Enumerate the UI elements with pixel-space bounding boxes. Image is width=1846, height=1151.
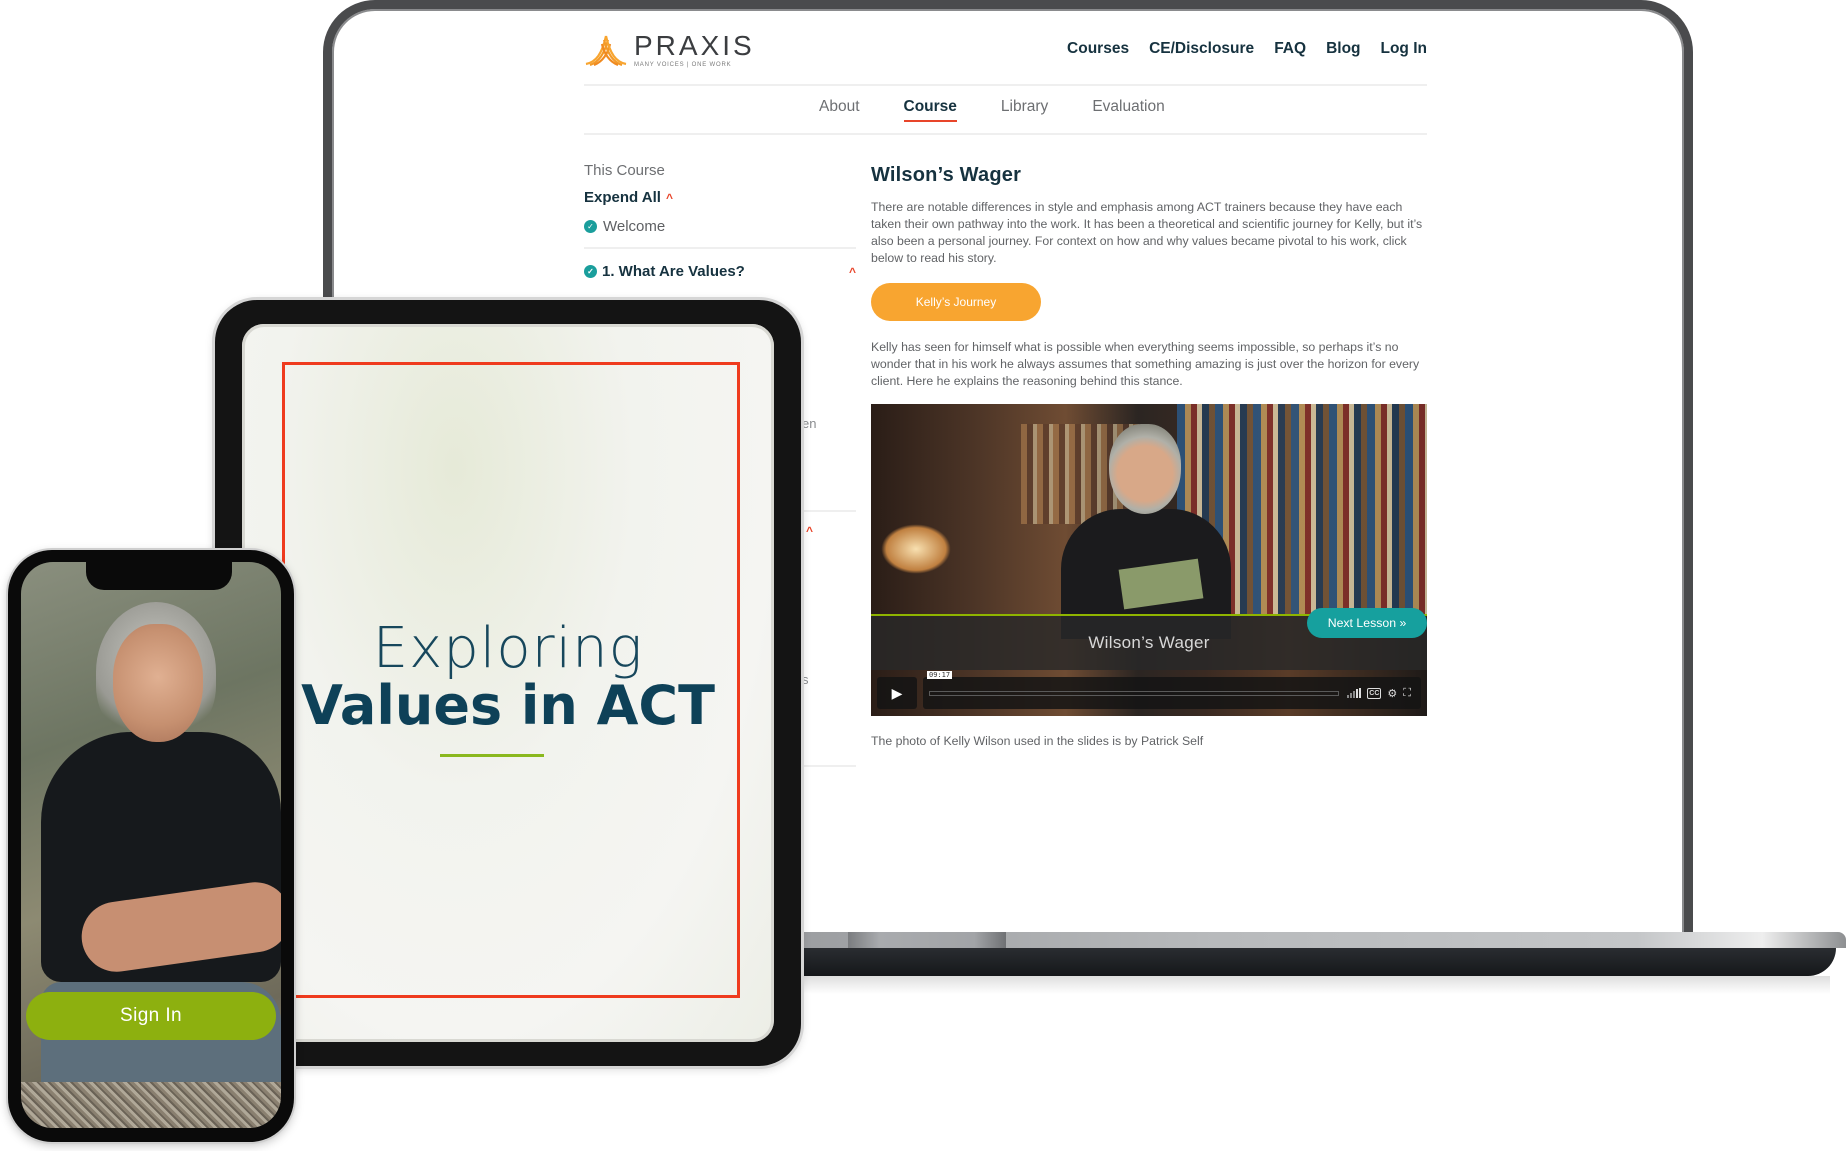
expand-all-toggle[interactable]: Expend All ^ [584, 189, 856, 206]
video-duration: 09:17 [927, 671, 953, 679]
lesson-intro: There are notable differences in style a… [871, 200, 1423, 265]
video-controls: ▶ 09:17 CC ⚙ ⛶ [877, 671, 1421, 710]
tab-course[interactable]: Course [903, 98, 958, 122]
course-tabs: About Course Library Evaluation [819, 98, 1165, 122]
tab-library[interactable]: Library [1001, 98, 1048, 116]
photo-ground [21, 1082, 281, 1128]
praxis-logo[interactable]: PRAXIS MANY VOICES | ONE WORK [584, 32, 755, 68]
volume-icon[interactable] [1347, 688, 1362, 698]
laptop-hinge-notch [848, 932, 1006, 948]
tab-about[interactable]: About [819, 98, 860, 116]
device-mockup-scene: PRAXIS MANY VOICES | ONE WORK Courses CE… [0, 0, 1846, 1151]
video-lamp [881, 524, 951, 574]
sign-in-button[interactable]: Sign In [26, 992, 276, 1040]
expand-all-label: Expend All [584, 189, 661, 206]
next-lesson-button[interactable]: Next Lesson » [1307, 608, 1427, 638]
chevron-up-icon[interactable]: ^ [806, 524, 813, 538]
sidebar-text-fragment: s [802, 672, 809, 687]
sidebar-divider [804, 510, 856, 512]
tab-evaluation[interactable]: Evaluation [1092, 98, 1164, 116]
tablet-screen: Exploring Values in ACT [242, 324, 774, 1042]
tablet-title-line2: Values in ACT [301, 674, 715, 737]
check-circle-icon: ✓ [584, 220, 597, 233]
video-seek-track[interactable] [929, 690, 1340, 696]
sidebar-divider [584, 247, 856, 249]
sidebar-section-label: 1. What Are Values? [602, 263, 745, 280]
laptop-base-bottom [800, 948, 1836, 976]
phone-device: Sign In [8, 550, 294, 1142]
nav-log-in[interactable]: Log In [1381, 40, 1428, 58]
settings-icon[interactable]: ⚙ [1387, 687, 1397, 700]
sidebar-title: This Course [584, 162, 665, 179]
kellys-journey-button[interactable]: Kelly’s Journey [871, 283, 1041, 321]
video-presenter [1061, 414, 1231, 639]
tablet-device: Exploring Values in ACT [215, 300, 801, 1066]
sidebar-section-what-are-values[interactable]: ✓ 1. What Are Values? ^ [584, 263, 856, 280]
chevron-up-icon[interactable]: ^ [849, 265, 856, 279]
video-progress-bar[interactable]: 09:17 CC ⚙ ⛶ [923, 671, 1421, 709]
photo-face [113, 624, 203, 742]
praxis-logo-icon [585, 35, 627, 66]
logo-tagline: MANY VOICES | ONE WORK [634, 62, 732, 68]
play-icon[interactable]: ▶ [877, 677, 917, 709]
sidebar-text-fragment: en [802, 416, 817, 431]
lesson-title: Wilson’s Wager [871, 164, 1022, 186]
top-nav: Courses CE/Disclosure FAQ Blog Log In [1067, 40, 1427, 58]
fullscreen-icon[interactable]: ⛶ [1403, 687, 1411, 700]
nav-ce-disclosure[interactable]: CE/Disclosure [1149, 40, 1254, 58]
tablet-title-line1: Exploring [372, 616, 644, 681]
lesson-content: Wilson’s Wager There are notable differe… [871, 164, 1427, 748]
sidebar-item-label: Welcome [603, 218, 666, 235]
course-sidebar: This Course Expend All ^ ✓ Welcome ✓ 1. … [584, 162, 856, 280]
chevron-up-icon: ^ [665, 190, 673, 205]
phone-notch [86, 562, 232, 590]
laptop-base [800, 932, 1846, 976]
logo-wordmark: PRAXIS [634, 30, 755, 61]
presenter-head [1109, 424, 1181, 514]
header-divider [584, 84, 1427, 86]
sidebar-item-welcome[interactable]: ✓ Welcome [584, 218, 856, 235]
laptop-shadow [800, 976, 1830, 994]
lesson-body: Kelly has seen for himself what is possi… [871, 340, 1420, 388]
phone-screen: Sign In [21, 562, 281, 1128]
tabs-divider [584, 133, 1427, 135]
video-player[interactable]: Wilson’s Wager ▶ 09:17 CC ⚙ ⛶ [871, 404, 1427, 716]
nav-faq[interactable]: FAQ [1274, 40, 1306, 58]
sidebar-divider [804, 765, 856, 767]
check-circle-icon: ✓ [584, 265, 597, 278]
photo-credit: The photo of Kelly Wilson used in the sl… [871, 734, 1204, 748]
nav-blog[interactable]: Blog [1326, 40, 1360, 58]
tablet-title-underline [440, 754, 544, 757]
closed-captions-icon[interactable]: CC [1367, 687, 1382, 699]
nav-courses[interactable]: Courses [1067, 40, 1129, 58]
